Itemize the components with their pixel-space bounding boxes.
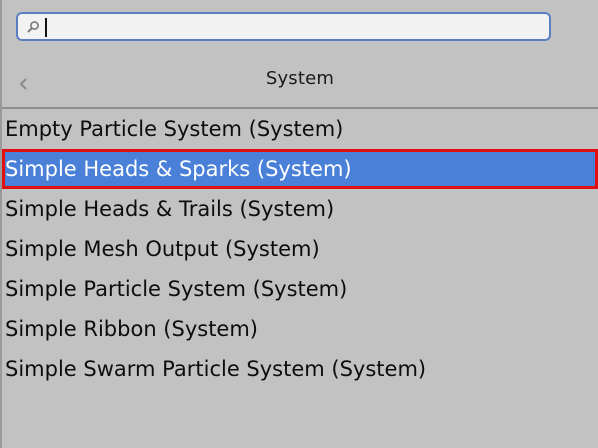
page-title: System [265, 68, 335, 89]
list-item-selected[interactable]: Simple Heads & Sparks (System) [2, 149, 598, 189]
search-input[interactable] [44, 17, 544, 38]
list-item[interactable]: Empty Particle System (System) [2, 109, 598, 149]
text-caret [45, 18, 47, 37]
item-picker-panel: System Empty Particle System (System) Si… [0, 0, 598, 448]
list-item[interactable]: Simple Particle System (System) [2, 269, 598, 309]
list-header: System [2, 52, 598, 108]
list-item[interactable]: Simple Swarm Particle System (System) [2, 349, 598, 389]
list-item[interactable]: Simple Ribbon (System) [2, 309, 598, 349]
list-item[interactable]: Simple Heads & Trails (System) [2, 189, 598, 229]
search-box[interactable] [16, 12, 551, 41]
system-list: Empty Particle System (System) Simple He… [2, 109, 598, 389]
search-icon [27, 21, 39, 33]
list-item[interactable]: Simple Mesh Output (System) [2, 229, 598, 269]
